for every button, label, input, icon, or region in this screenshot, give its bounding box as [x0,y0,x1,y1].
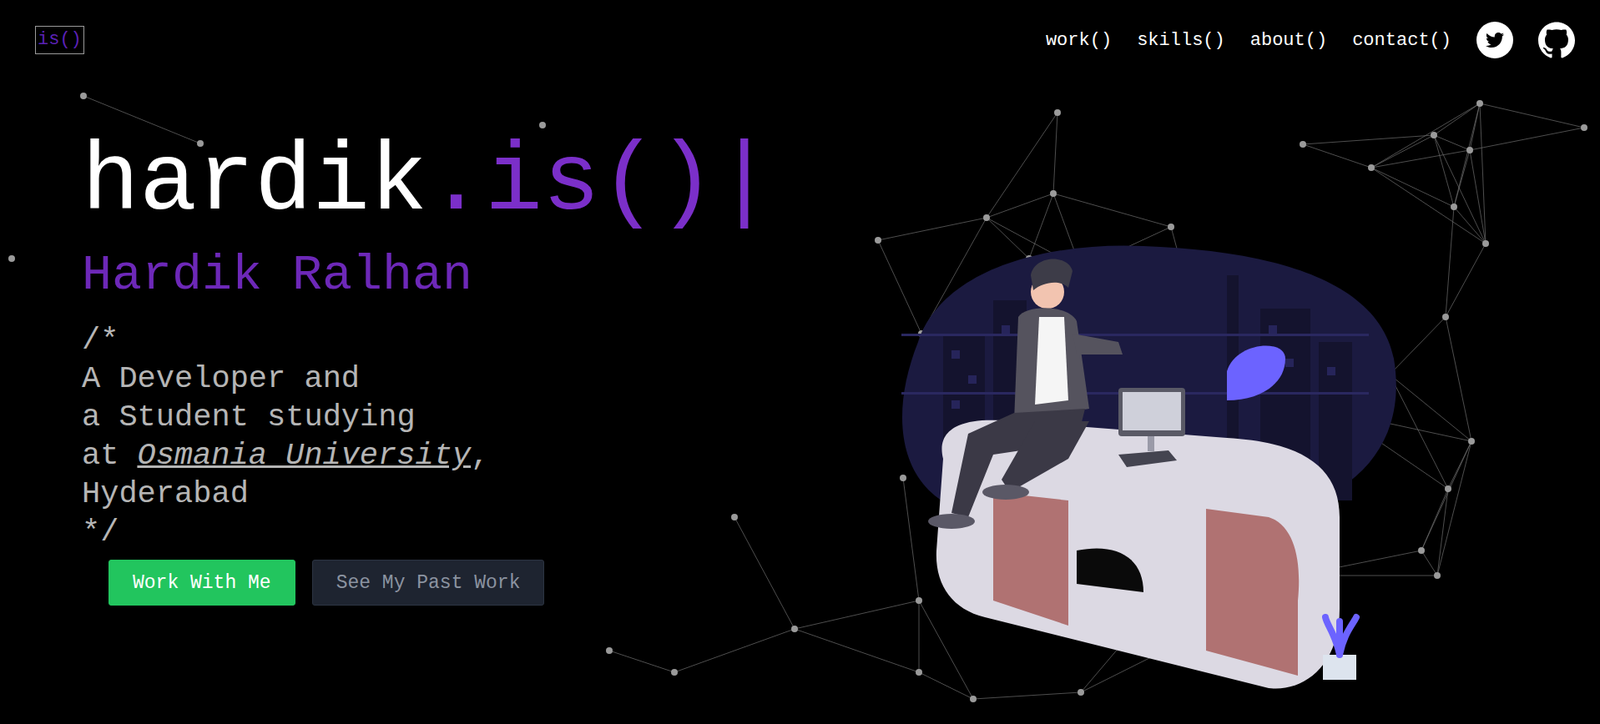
twitter-icon[interactable] [1476,21,1514,59]
nav-link[interactable]: contact() [1352,30,1452,51]
title: hardik.is()| [81,135,773,232]
subtitle: Hardik Ralhan [81,247,773,303]
bio-comment: /*A Developer anda Student studyingatOsm… [81,321,773,552]
nav-link[interactable]: about() [1250,30,1328,51]
nav-link[interactable]: work() [1045,30,1112,51]
button-row: Work With Me See My Past Work [108,560,773,606]
primary-button[interactable]: Work With Me [108,560,296,606]
intro: hardik.is()| Hardik Ralhan /*A Developer a… [81,135,773,606]
logo[interactable]: is() [35,25,85,56]
github-icon[interactable] [1538,21,1575,59]
hero: hardik.is()| Hardik Ralhan /*A Developer a… [0,68,1600,693]
header: is() work() skills() about() contact() [0,0,1600,69]
university-link[interactable]: Osmania University [136,438,471,474]
nav-link[interactable]: skills() [1136,30,1226,51]
developer-desk-illustration [868,242,1419,693]
nav: work() skills() about() contact() [1045,21,1575,59]
secondary-button[interactable]: See My Past Work [312,560,546,606]
page: is() work() skills() about() contact() hardik… [0,0,1600,724]
